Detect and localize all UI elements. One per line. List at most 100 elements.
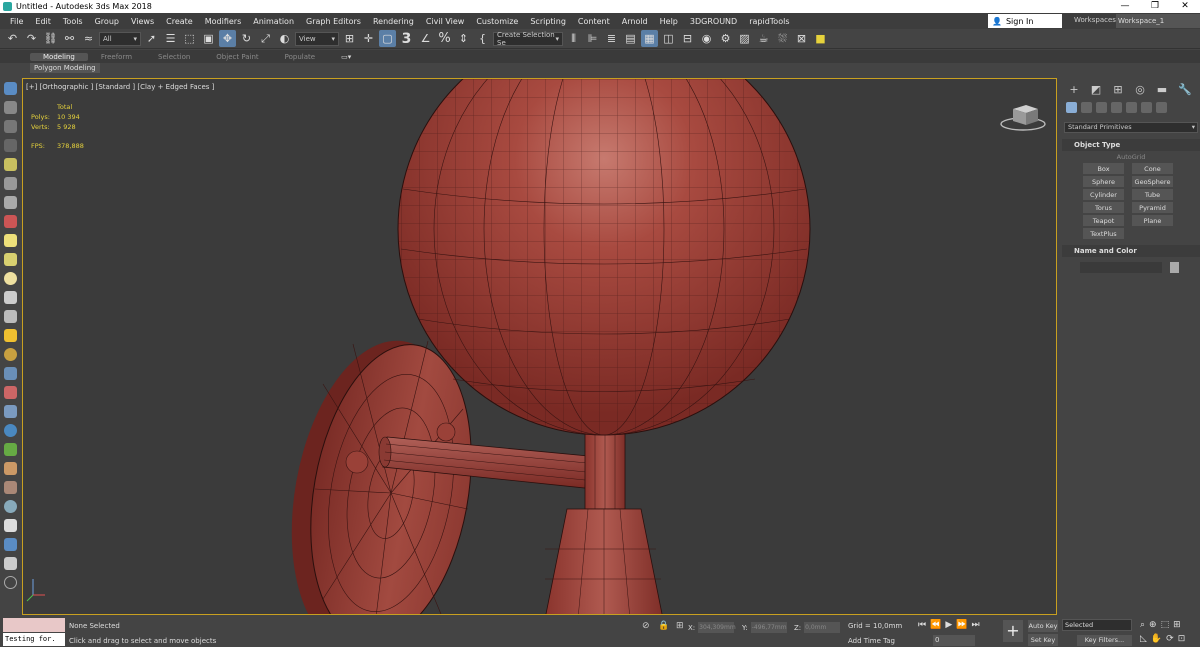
y-field[interactable]: -496,77mm — [750, 622, 787, 633]
rectangular-selection-icon[interactable]: ⬚ — [181, 30, 198, 47]
plugin-icon[interactable]: ■ — [812, 30, 829, 47]
render-setup-icon[interactable]: ⚙ — [717, 30, 734, 47]
zoom-icon[interactable]: ⌕ — [1140, 620, 1145, 630]
material-icon[interactable] — [4, 481, 17, 494]
orthographic-viewport[interactable]: [+] [Orthographic ] [Standard ] [Clay + … — [22, 78, 1057, 615]
menu-item-scripting[interactable]: Scripting — [524, 17, 572, 26]
object-type-rollout[interactable]: Object Type — [1062, 139, 1200, 151]
view-cube[interactable] — [1000, 105, 1046, 131]
help-icon[interactable] — [4, 576, 17, 589]
create-torus-button[interactable]: Torus — [1083, 202, 1124, 213]
window-crossing-icon[interactable]: ▣ — [200, 30, 217, 47]
toolbar-icon[interactable] — [4, 139, 17, 152]
ribbon-options-icon[interactable]: ▭▾ — [328, 53, 364, 61]
helper-icon[interactable] — [4, 196, 17, 209]
menu-item-edit[interactable]: Edit — [29, 17, 57, 26]
menu-item-views[interactable]: Views — [125, 17, 160, 26]
next-frame-icon[interactable]: ⏩ — [956, 620, 967, 630]
particle-icon[interactable] — [4, 367, 17, 380]
box-stack-icon[interactable] — [4, 519, 17, 532]
create-teapot-button[interactable]: Teapot — [1083, 215, 1124, 226]
go-to-end-icon[interactable]: ⏭ — [971, 620, 979, 630]
angle-snap-icon[interactable]: ∠ — [417, 30, 434, 47]
auto-key-button[interactable]: Auto Key — [1028, 620, 1058, 632]
go-to-start-icon[interactable]: ⏮ — [918, 620, 926, 630]
sphere-icon[interactable] — [4, 272, 17, 285]
box-icon[interactable] — [4, 234, 17, 247]
create-box-button[interactable]: Box — [1083, 163, 1124, 174]
select-and-scale-icon[interactable]: ⤢ — [257, 30, 274, 47]
texture-icon[interactable] — [4, 405, 17, 418]
lock-selection-icon[interactable]: 🔒 — [658, 621, 669, 631]
tree-icon[interactable] — [4, 443, 17, 456]
pivot-center-icon[interactable]: ⊞ — [341, 30, 358, 47]
redo-icon[interactable]: ↷ — [23, 30, 40, 47]
selection-filter-dropdown[interactable]: All ▾ — [99, 31, 141, 46]
view-cube-toggle-icon[interactable] — [4, 538, 17, 551]
render-sphere-icon[interactable] — [4, 500, 17, 513]
named-selection-dropdown[interactable]: Create Selection Se ▾ — [493, 31, 563, 47]
select-and-move-icon[interactable]: ✥ — [219, 30, 236, 47]
play-icon[interactable]: ▶ — [945, 620, 952, 630]
absolute-mode-icon[interactable]: ⊞ — [676, 621, 684, 631]
autogrid-checkbox[interactable]: AutoGrid — [1062, 153, 1200, 161]
close-button[interactable]: ✕ — [1170, 0, 1200, 13]
ribbon-tab-object-paint[interactable]: Object Paint — [203, 53, 271, 61]
ribbon-tab-freeform[interactable]: Freeform — [88, 53, 145, 61]
add-time-tag[interactable]: Add Time Tag — [848, 637, 895, 645]
curve-editor-icon[interactable]: ◫ — [660, 30, 677, 47]
menu-item-graph-editors[interactable]: Graph Editors — [300, 17, 367, 26]
maximize-button[interactable]: ❐ — [1140, 0, 1170, 13]
create-geosphere-button[interactable]: GeoSphere — [1132, 176, 1173, 187]
key-set-dropdown[interactable]: Selected — [1062, 619, 1132, 631]
menu-item-rapidtools[interactable]: rapidTools — [743, 17, 795, 26]
layer-explorer-icon[interactable] — [4, 120, 17, 133]
set-key-button[interactable]: Set Key — [1028, 634, 1058, 646]
ribbon-tab-selection[interactable]: Selection — [145, 53, 203, 61]
menu-item-rendering[interactable]: Rendering — [367, 17, 420, 26]
zoom-all-icon[interactable]: ⊕ — [1149, 620, 1157, 630]
menu-item-modifiers[interactable]: Modifiers — [199, 17, 248, 26]
menu-item-3dground[interactable]: 3DGROUND — [684, 17, 743, 26]
object-name-field[interactable] — [1080, 262, 1162, 273]
systems-icon[interactable] — [1156, 102, 1167, 113]
create-tube-button[interactable]: Tube — [1132, 189, 1173, 200]
reference-coordinate-dropdown[interactable]: View ▾ — [295, 31, 339, 46]
figure-icon[interactable] — [4, 462, 17, 475]
create-textplus-button[interactable]: TextPlus — [1083, 228, 1124, 239]
align-icon[interactable]: ⊫ — [584, 30, 601, 47]
camera-icon[interactable] — [4, 177, 17, 190]
key-filters-button[interactable]: Key Filters... — [1077, 635, 1132, 646]
select-and-rotate-icon[interactable]: ↻ — [238, 30, 255, 47]
create-selection-icon[interactable] — [4, 82, 17, 95]
menu-item-file[interactable]: File — [4, 17, 29, 26]
maxscript-listener[interactable] — [3, 618, 65, 632]
globe-icon[interactable] — [4, 424, 17, 437]
cone-icon[interactable] — [4, 310, 17, 323]
schematic-view-icon[interactable]: ⊟ — [679, 30, 696, 47]
render-production-icon[interactable]: ☕ — [755, 30, 772, 47]
ribbon-tab-modeling[interactable]: Modeling — [30, 52, 88, 61]
undo-icon[interactable]: ↶ — [4, 30, 21, 47]
create-plane-button[interactable]: Plane — [1132, 215, 1173, 226]
spinner-snap-icon[interactable]: ⇕ — [455, 30, 472, 47]
render-iterative-icon[interactable]: ⛆ — [774, 30, 791, 47]
space-warps-icon[interactable] — [1141, 102, 1152, 113]
shapes-icon[interactable] — [1081, 102, 1092, 113]
utilities-tab-icon[interactable]: 🔧 — [1178, 84, 1192, 96]
hierarchy-tab-icon[interactable]: ⊞ — [1112, 84, 1124, 96]
zoom-extents-icon[interactable]: ⬚ — [1161, 620, 1170, 630]
viewport-label[interactable]: [+] [Orthographic ] [Standard ] [Clay + … — [26, 83, 214, 91]
current-frame-field[interactable]: 0 — [933, 635, 975, 646]
mirror-icon[interactable]: ⫴ — [565, 30, 582, 47]
bind-space-warp-icon[interactable]: ≈ — [80, 30, 97, 47]
layer-explorer-icon[interactable]: ≣ — [603, 30, 620, 47]
snaps-toggle-icon[interactable]: 3 — [398, 30, 415, 47]
scene-explorer-icon[interactable]: ▤ — [622, 30, 639, 47]
display-tab-icon[interactable]: ▬ — [1156, 84, 1168, 96]
geometry-icon[interactable] — [1066, 102, 1077, 113]
menu-item-group[interactable]: Group — [89, 17, 125, 26]
orbit-icon[interactable]: ⟳ — [1166, 634, 1174, 644]
minimize-button[interactable]: — — [1110, 0, 1140, 13]
edit-named-selection-icon[interactable]: { — [474, 30, 491, 47]
